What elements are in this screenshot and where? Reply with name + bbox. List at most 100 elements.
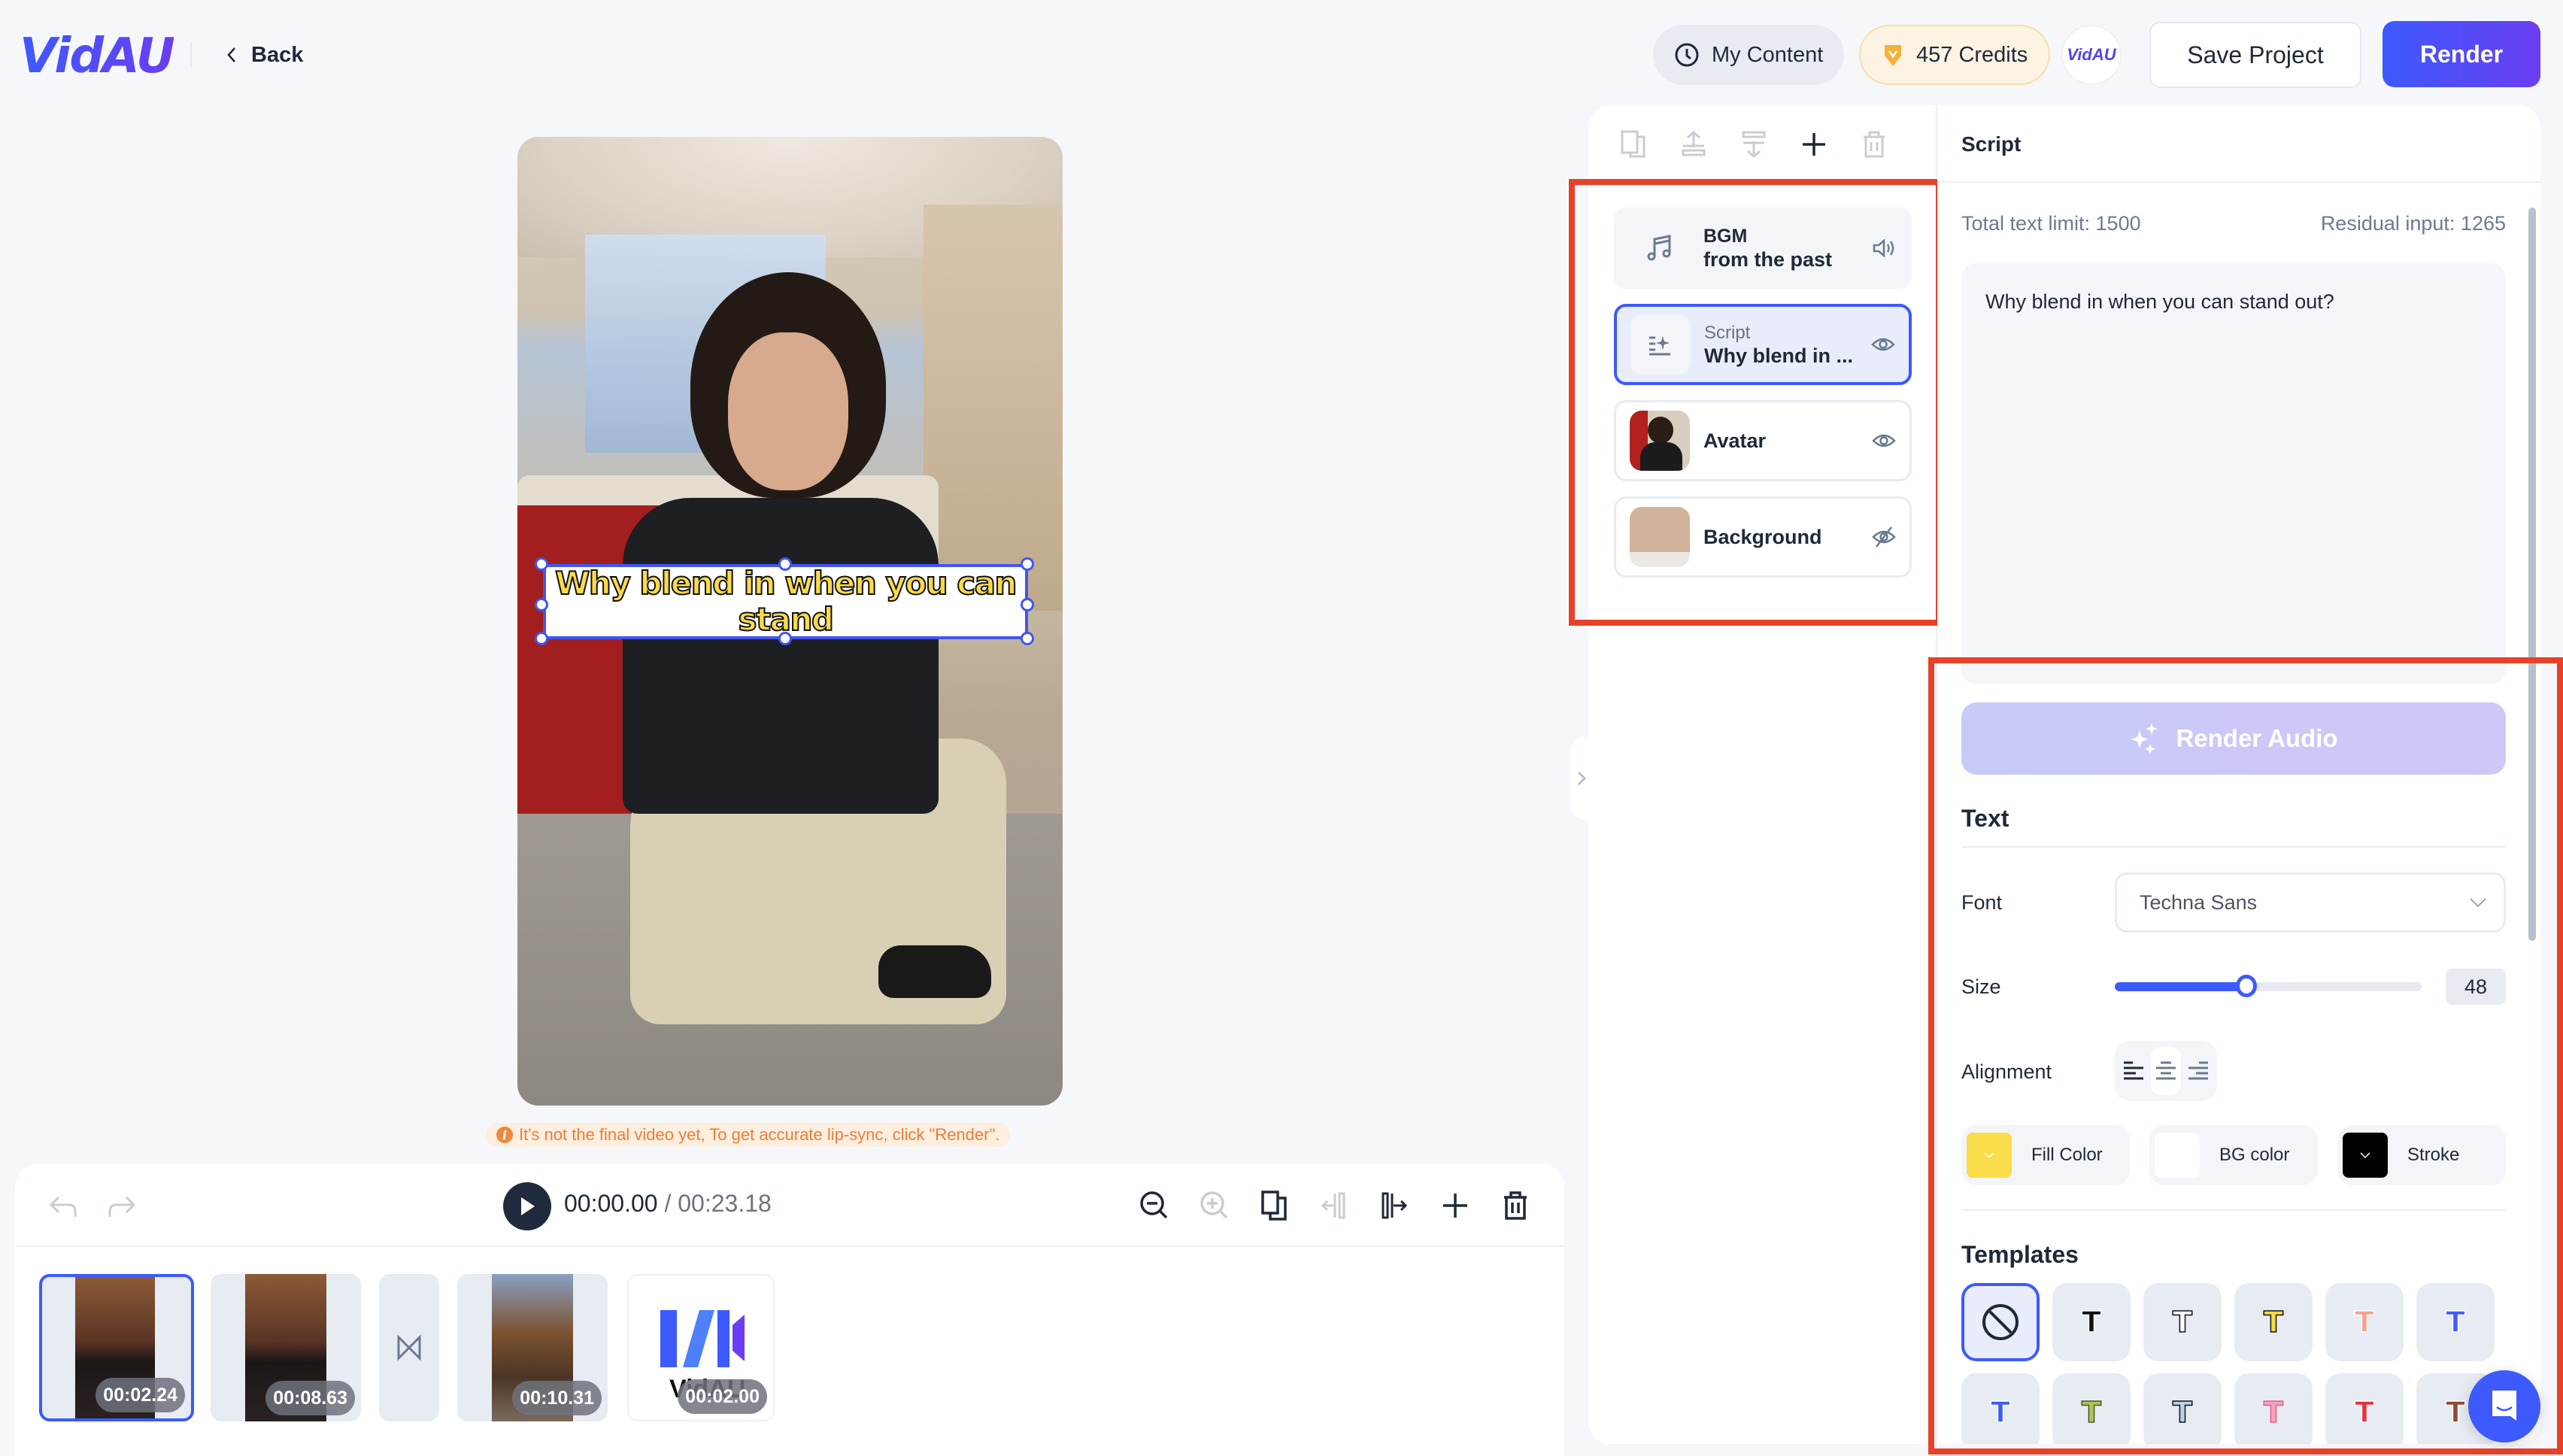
template-yellow-black-stroke[interactable]: T xyxy=(2234,1283,2313,1361)
layer-item-bgm[interactable]: BGM from the past xyxy=(1614,208,1912,289)
align-right-button[interactable] xyxy=(2183,1047,2213,1095)
back-label: Back xyxy=(251,42,304,67)
play-icon xyxy=(521,1197,535,1215)
template-none[interactable] xyxy=(1961,1283,2040,1361)
text-section-title: Text xyxy=(1961,805,2009,832)
clip-duration: 00:08.63 xyxy=(265,1381,355,1415)
template-t-glyph: T xyxy=(2354,1305,2374,1339)
layer-item-script[interactable]: Script Why blend in ... xyxy=(1614,304,1912,385)
zoom-out-button[interactable] xyxy=(1137,1188,1172,1223)
layer-item-avatar[interactable]: Avatar xyxy=(1614,400,1912,481)
template-pink-outline[interactable]: T xyxy=(2234,1373,2313,1444)
render-audio-button[interactable]: Render Audio xyxy=(1961,702,2506,775)
delete-layer-button[interactable] xyxy=(1858,128,1891,161)
bg-color-picker[interactable]: BG color xyxy=(2149,1125,2318,1185)
timeline-clip-3[interactable]: 00:10.31 xyxy=(457,1274,608,1421)
resize-handle-top-right[interactable] xyxy=(1021,557,1034,571)
resize-handle-left[interactable] xyxy=(535,598,548,611)
caption-line-1: Why blend in when you can xyxy=(554,565,1018,602)
template-olive-green[interactable]: T xyxy=(2052,1373,2131,1444)
resize-handle-top[interactable] xyxy=(778,557,792,571)
bg-color-swatch[interactable] xyxy=(2155,1133,2200,1178)
script-panel-title: Script xyxy=(1961,132,2022,156)
copy-layer-button[interactable] xyxy=(1617,128,1650,161)
template-salmon-outline[interactable]: T xyxy=(2325,1283,2404,1361)
resize-handle-right[interactable] xyxy=(1021,598,1034,611)
trash-icon xyxy=(1504,1191,1527,1220)
delete-clip-button[interactable] xyxy=(1498,1188,1533,1223)
eye-icon[interactable] xyxy=(1871,335,1895,353)
size-slider-thumb[interactable] xyxy=(2236,975,2257,997)
template-t-glyph: T xyxy=(1990,1395,2010,1430)
add-clip-button[interactable] xyxy=(1438,1188,1473,1223)
template-plain-black[interactable]: T xyxy=(2052,1283,2131,1361)
resize-handle-bottom-left[interactable] xyxy=(535,632,548,645)
align-left-button[interactable] xyxy=(2119,1047,2149,1095)
redo-button[interactable] xyxy=(105,1191,138,1221)
split-left-button[interactable] xyxy=(1318,1188,1352,1223)
fill-color-swatch[interactable] xyxy=(1967,1133,2012,1178)
vidau-logo[interactable]: VidAU xyxy=(20,29,175,84)
info-icon: i xyxy=(496,1127,513,1143)
resize-handle-bottom[interactable] xyxy=(778,632,792,645)
layer-item-background[interactable]: Background xyxy=(1614,496,1912,578)
layer-name: Background xyxy=(1703,525,1822,548)
timeline-clip-4[interactable]: VidAU 00:02.00 xyxy=(627,1274,775,1421)
template-red-outline[interactable]: T xyxy=(2325,1373,2404,1444)
zoom-in-button[interactable] xyxy=(1197,1188,1232,1223)
template-t-glyph: T xyxy=(2172,1395,2192,1430)
template-t-glyph: T xyxy=(2445,1305,2465,1339)
template-white-black-stroke[interactable]: T xyxy=(2143,1283,2222,1361)
font-select[interactable]: Techna Sans xyxy=(2115,872,2506,933)
duplicate-clip-button[interactable] xyxy=(1257,1188,1292,1223)
fill-color-label: Fill Color xyxy=(2031,1145,2103,1165)
caption-text[interactable]: Why blend in when you can stand xyxy=(543,565,1028,639)
zoom-in-icon xyxy=(1200,1191,1228,1219)
collapse-panel-button[interactable] xyxy=(1570,737,1593,820)
size-slider-fill xyxy=(2115,982,2246,991)
split-left-icon xyxy=(1321,1192,1345,1219)
play-button[interactable] xyxy=(503,1182,551,1230)
credits-gem-icon xyxy=(1885,45,1901,66)
size-value-input[interactable]: 48 xyxy=(2446,969,2506,1005)
my-content-button[interactable]: My Content xyxy=(1653,25,1845,85)
scene-wall-shelves xyxy=(924,205,1063,611)
script-textarea[interactable]: Why blend in when you can stand out? xyxy=(1961,263,2506,684)
avatar-shoe xyxy=(878,945,991,998)
save-project-button[interactable]: Save Project xyxy=(2149,22,2361,88)
back-button[interactable]: Back xyxy=(226,38,303,72)
resize-handle-bottom-right[interactable] xyxy=(1021,632,1034,645)
align-center-button[interactable] xyxy=(2150,1047,2181,1095)
add-layer-button[interactable] xyxy=(1797,128,1830,161)
stroke-color-picker[interactable]: Stroke xyxy=(2337,1125,2506,1185)
template-blue-outline[interactable]: T xyxy=(2416,1283,2495,1361)
templates-grid: T T T T T T T T T T T xyxy=(1961,1283,2510,1444)
clip-duration: 00:02.24 xyxy=(96,1378,185,1412)
support-chat-button[interactable] xyxy=(2468,1370,2540,1442)
stroke-color-swatch[interactable] xyxy=(2343,1133,2388,1178)
timeline-clip-1[interactable]: 00:02.24 xyxy=(39,1274,194,1421)
credits-badge[interactable]: 457 Credits xyxy=(1859,25,2051,85)
lip-sync-notice: i It's not the final video yet, To get a… xyxy=(486,1123,1011,1147)
template-lightblue-black[interactable]: T xyxy=(2143,1373,2222,1444)
move-layer-down-button[interactable] xyxy=(1737,128,1770,161)
timeline-clip-2[interactable]: 00:08.63 xyxy=(211,1274,361,1421)
move-layer-up-button[interactable] xyxy=(1677,128,1710,161)
font-label: Font xyxy=(1961,891,2003,914)
eye-icon[interactable] xyxy=(1872,432,1896,450)
size-label: Size xyxy=(1961,975,2001,998)
vidau-outro-logo-icon xyxy=(660,1310,745,1367)
render-button[interactable]: Render xyxy=(2383,21,2540,87)
fill-color-picker[interactable]: Fill Color xyxy=(1961,1125,2130,1185)
volume-icon[interactable] xyxy=(1872,238,1896,259)
resize-handle-top-left[interactable] xyxy=(535,557,548,571)
script-sparkle-icon xyxy=(1649,336,1670,356)
undo-button[interactable] xyxy=(47,1191,80,1221)
template-blue-plain[interactable]: T xyxy=(1961,1373,2040,1444)
avatar-face xyxy=(728,332,848,490)
user-avatar[interactable]: VidAU xyxy=(2061,25,2122,85)
eye-off-icon[interactable] xyxy=(1872,526,1896,548)
split-right-button[interactable] xyxy=(1378,1188,1412,1223)
transition-button[interactable] xyxy=(379,1274,439,1421)
font-value: Techna Sans xyxy=(2140,890,2258,914)
